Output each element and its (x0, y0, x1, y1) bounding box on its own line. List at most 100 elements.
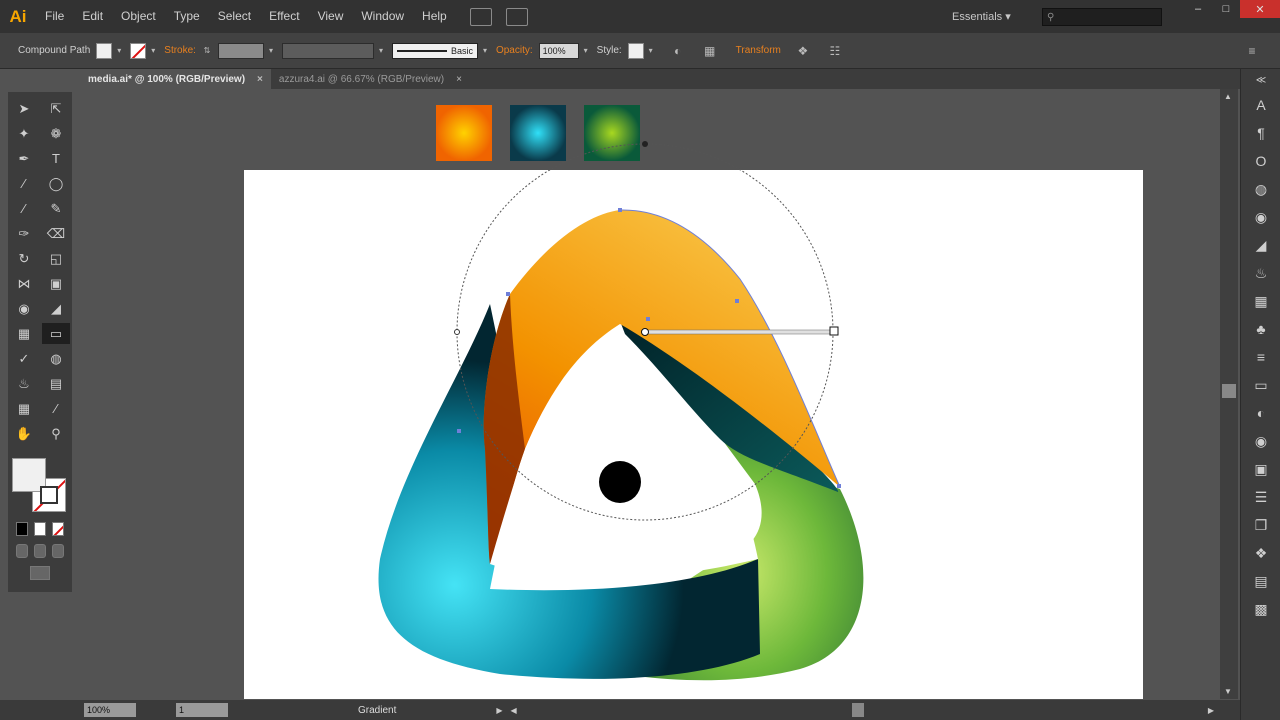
stroke-weight-field[interactable] (217, 42, 264, 59)
variable-width-dropdown-icon[interactable]: ▾ (376, 43, 386, 59)
variable-width-field[interactable] (281, 42, 374, 59)
current-tool-status[interactable]: Gradient (358, 705, 396, 716)
fill-dropdown-icon[interactable]: ▾ (114, 43, 124, 59)
gradient-radius-handle[interactable] (642, 141, 648, 147)
stroke-dropdown-icon[interactable]: ▾ (148, 43, 158, 59)
color-themes-icon[interactable]: ◢ (1241, 231, 1280, 259)
scale-tool-icon[interactable]: ◱ (42, 248, 70, 269)
gradient-aspect-handle[interactable] (454, 329, 460, 335)
mesh-tool-icon[interactable]: ▦ (10, 323, 38, 344)
zoom-level-field[interactable]: 100% (84, 703, 136, 717)
blob-brush-icon[interactable]: ✑ (10, 223, 38, 244)
style-dropdown-icon[interactable]: ▾ (646, 43, 656, 59)
lasso-icon[interactable]: ❁ (42, 123, 70, 144)
close-icon[interactable]: × (257, 74, 263, 85)
rotate-tool-icon[interactable]: ↻ (10, 248, 38, 269)
shape-builder-icon[interactable]: ◉ (10, 298, 38, 319)
status-menu-icon[interactable]: ▶ (496, 706, 502, 715)
ellipse-tool-icon[interactable]: ◯ (42, 173, 70, 194)
slice-tool-icon[interactable]: ∕ (42, 398, 70, 419)
menu-select[interactable]: Select (209, 0, 260, 33)
free-transform-icon[interactable]: ▣ (42, 273, 70, 294)
artboard-tool-icon[interactable]: ▦ (10, 398, 38, 419)
none-mode-icon[interactable] (52, 522, 64, 536)
eyedropper-icon[interactable]: ✓ (10, 348, 38, 369)
stroke-weight-dropdown-icon[interactable]: ▾ (266, 43, 276, 59)
pathfinder-panel-icon[interactable]: ▩ (1241, 595, 1280, 623)
gradient-annotator-bar[interactable] (644, 329, 836, 335)
menu-type[interactable]: Type (165, 0, 209, 33)
panel-menu-icon[interactable]: ≡ (1244, 43, 1260, 59)
vertical-scrollbar[interactable]: ▲ ▼ (1220, 89, 1238, 699)
gradient-tool-icon[interactable]: ▭ (42, 323, 70, 344)
appearance-panel-icon[interactable]: ◉ (1241, 427, 1280, 455)
draw-inside-icon[interactable] (52, 544, 64, 558)
pen-tool-icon[interactable]: ✒ (10, 148, 38, 169)
menu-view[interactable]: View (309, 0, 353, 33)
color-panel-icon[interactable]: ◉ (1241, 203, 1280, 231)
graphic-styles-icon[interactable]: ▣ (1241, 455, 1280, 483)
minimize-button[interactable]: – (1184, 0, 1212, 18)
stroke-swatch[interactable] (130, 42, 147, 59)
opacity-dropdown-icon[interactable]: ▾ (581, 43, 591, 59)
workspace-switcher[interactable]: Essentials ▾ (952, 10, 1011, 23)
blend-tool-icon[interactable]: ◍ (42, 348, 70, 369)
tab-media[interactable]: media.ai* @ 100% (RGB/Preview) × (80, 69, 271, 89)
dock-collapse-icon[interactable]: ≪ (1241, 69, 1280, 91)
menu-window[interactable]: Window (352, 0, 413, 33)
hand-tool-icon[interactable]: ✋ (10, 423, 38, 444)
draw-behind-icon[interactable] (34, 544, 46, 558)
gradient-mode-icon[interactable] (34, 522, 46, 536)
screen-mode-icon[interactable] (30, 566, 50, 580)
triangle-logo-artwork[interactable] (80, 89, 1220, 699)
menu-object[interactable]: Object (112, 0, 165, 33)
stroke-label[interactable]: Stroke: (164, 45, 196, 56)
color-guide-icon[interactable]: ◍ (1241, 175, 1280, 203)
eraser-icon[interactable]: ⌫ (42, 223, 70, 244)
scroll-down-icon[interactable]: ▼ (1224, 687, 1232, 696)
artboard-number-field[interactable]: 1 (176, 703, 228, 717)
line-tool-icon[interactable]: ∕ (10, 173, 38, 194)
gradient-panel-icon[interactable]: ▭ (1241, 371, 1280, 399)
selection-tool-icon[interactable]: ➤ (10, 98, 38, 119)
type-tool-icon[interactable]: T (42, 148, 70, 169)
menu-edit[interactable]: Edit (73, 0, 112, 33)
align-icon[interactable]: ▦ (702, 43, 718, 59)
graphic-style-swatch[interactable] (627, 42, 644, 59)
recolor-artwork-icon[interactable]: ◐ (670, 43, 686, 59)
perspective-grid-icon[interactable]: ◢ (42, 298, 70, 319)
transform-panel-icon[interactable]: ❖ (1241, 539, 1280, 567)
align-panel-icon[interactable]: ▤ (1241, 567, 1280, 595)
magic-wand-icon[interactable]: ✦ (10, 123, 38, 144)
paintbrush-icon[interactable]: ∕ (10, 198, 38, 219)
pencil-icon[interactable]: ✎ (42, 198, 70, 219)
color-mode-icon[interactable] (16, 522, 28, 536)
gradient-end-handle[interactable] (829, 326, 839, 336)
isolate-icon[interactable]: ❖ (795, 43, 811, 59)
stroke-weight-stepper[interactable]: ⇅ (202, 43, 212, 59)
swatches-panel-icon[interactable]: ▦ (1241, 287, 1280, 315)
draw-normal-icon[interactable] (16, 544, 28, 558)
brushes-panel-icon[interactable]: ♨ (1241, 259, 1280, 287)
width-tool-icon[interactable]: ⋈ (10, 273, 38, 294)
close-icon[interactable]: × (456, 74, 462, 85)
scroll-left-icon[interactable]: ◀ (511, 706, 517, 715)
brush-definition[interactable]: Basic (391, 42, 478, 59)
fill-swatch[interactable] (96, 42, 113, 59)
paragraph-panel-icon[interactable]: ¶ (1241, 119, 1280, 147)
arrange-icon[interactable]: ☷ (827, 43, 843, 59)
opacity-field[interactable]: 100% (538, 42, 579, 59)
search-input[interactable]: ⚲ (1042, 8, 1162, 26)
scroll-right-icon[interactable]: ▶ (1208, 706, 1214, 715)
menu-file[interactable]: File (36, 0, 73, 33)
transform-link[interactable]: Transform (736, 45, 781, 56)
layers-panel-icon[interactable]: ☰ (1241, 483, 1280, 511)
tab-azzura4[interactable]: azzura4.ai @ 66.67% (RGB/Preview) × (271, 69, 470, 89)
character-panel-icon[interactable]: A (1241, 91, 1280, 119)
artboards-panel-icon[interactable]: ❐ (1241, 511, 1280, 539)
column-graph-icon[interactable]: ▤ (42, 373, 70, 394)
maximize-button[interactable]: □ (1212, 0, 1240, 18)
brush-dropdown-icon[interactable]: ▾ (480, 43, 490, 59)
bridge-icon[interactable] (469, 7, 492, 26)
close-button[interactable]: ✕ (1240, 0, 1280, 18)
